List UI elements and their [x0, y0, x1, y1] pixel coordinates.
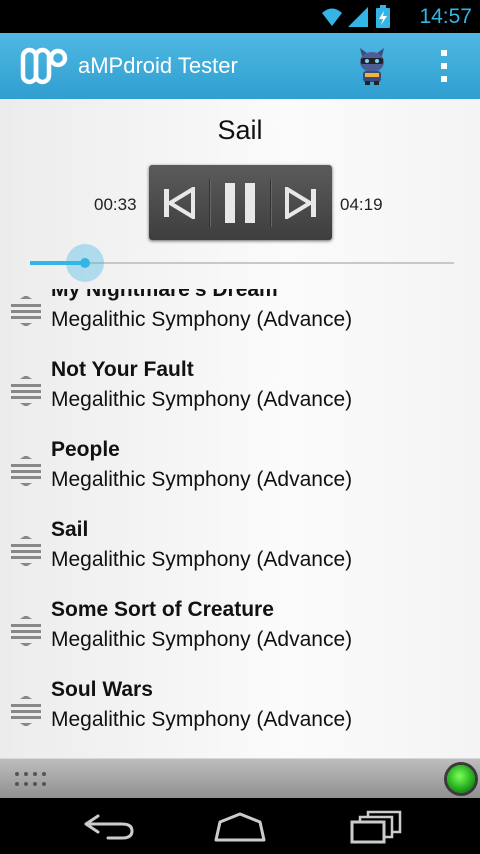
track-title: Soul Wars — [51, 678, 153, 701]
previous-icon — [164, 186, 195, 219]
next-button[interactable] — [271, 165, 331, 240]
connection-status-led — [447, 765, 475, 793]
home-icon[interactable] — [210, 810, 270, 844]
app-logo-icon[interactable] — [20, 47, 68, 85]
track-title: Not Your Fault — [51, 358, 194, 381]
track-album: Megalithic Symphony (Advance) — [51, 708, 353, 731]
reorder-grip-icon[interactable] — [10, 296, 42, 326]
track-title: People — [51, 438, 120, 461]
player-content: Sail 00:33 04:19 My Nightmare's Dream Me… — [0, 99, 480, 758]
mascot-icon[interactable] — [352, 46, 392, 86]
playback-controls — [149, 165, 332, 240]
total-time: 04:19 — [340, 195, 383, 214]
reorder-grip-icon[interactable] — [10, 376, 42, 406]
navigation-bar — [0, 798, 480, 854]
previous-button[interactable] — [149, 165, 209, 240]
reorder-grip-icon[interactable] — [10, 616, 42, 646]
reorder-grip-icon[interactable] — [10, 536, 42, 566]
battery-charging-icon — [376, 5, 390, 28]
seek-bar[interactable] — [30, 244, 454, 282]
overflow-menu-icon[interactable] — [438, 49, 450, 83]
playlist: My Nightmare's Dream Megalithic Symphony … — [0, 289, 480, 758]
status-bar: 14:57 — [0, 0, 480, 33]
track-album: Megalithic Symphony (Advance) — [51, 628, 353, 651]
track-album: Megalithic Symphony (Advance) — [51, 308, 353, 331]
seek-thumb[interactable] — [66, 244, 105, 282]
reorder-grip-icon[interactable] — [10, 696, 42, 726]
signal-icon — [348, 7, 368, 27]
elapsed-time: 00:33 — [94, 195, 137, 214]
playlist-item[interactable]: Some Sort of Creature Megalithic Symphony… — [0, 592, 480, 672]
track-album: Megalithic Symphony (Advance) — [51, 548, 353, 571]
bottom-bar — [0, 758, 480, 799]
recent-apps-icon[interactable] — [346, 810, 406, 844]
track-album: Megalithic Symphony (Advance) — [51, 468, 353, 491]
pause-button[interactable] — [210, 165, 270, 240]
playlist-item[interactable]: Not Your Fault Megalithic Symphony (Advan… — [0, 352, 480, 432]
track-title: Some Sort of Creature — [51, 598, 274, 621]
now-playing-title: Sail — [217, 115, 263, 145]
wifi-icon — [322, 8, 342, 26]
drag-handle-icon[interactable] — [14, 769, 48, 789]
playlist-item[interactable]: Soul Wars Megalithic Symphony (Advance) — [0, 672, 480, 752]
action-bar: aMPdroid Tester — [0, 33, 480, 99]
playlist-item[interactable]: Sail Megalithic Symphony (Advance) — [0, 512, 480, 592]
reorder-grip-icon[interactable] — [10, 456, 42, 486]
track-title: My Nightmare's Dream — [51, 289, 278, 301]
app-title: aMPdroid Tester — [78, 53, 238, 78]
next-icon — [285, 186, 316, 219]
track-album: Megalithic Symphony (Advance) — [51, 388, 353, 411]
track-title: Sail — [51, 518, 89, 541]
pause-icon — [225, 182, 255, 223]
status-icons — [322, 5, 390, 28]
status-time: 14:57 — [419, 5, 472, 28]
playlist-item[interactable]: My Nightmare's Dream Megalithic Symphony … — [0, 289, 480, 352]
back-icon[interactable] — [78, 810, 138, 844]
playlist-item[interactable]: People Megalithic Symphony (Advance) — [0, 432, 480, 512]
